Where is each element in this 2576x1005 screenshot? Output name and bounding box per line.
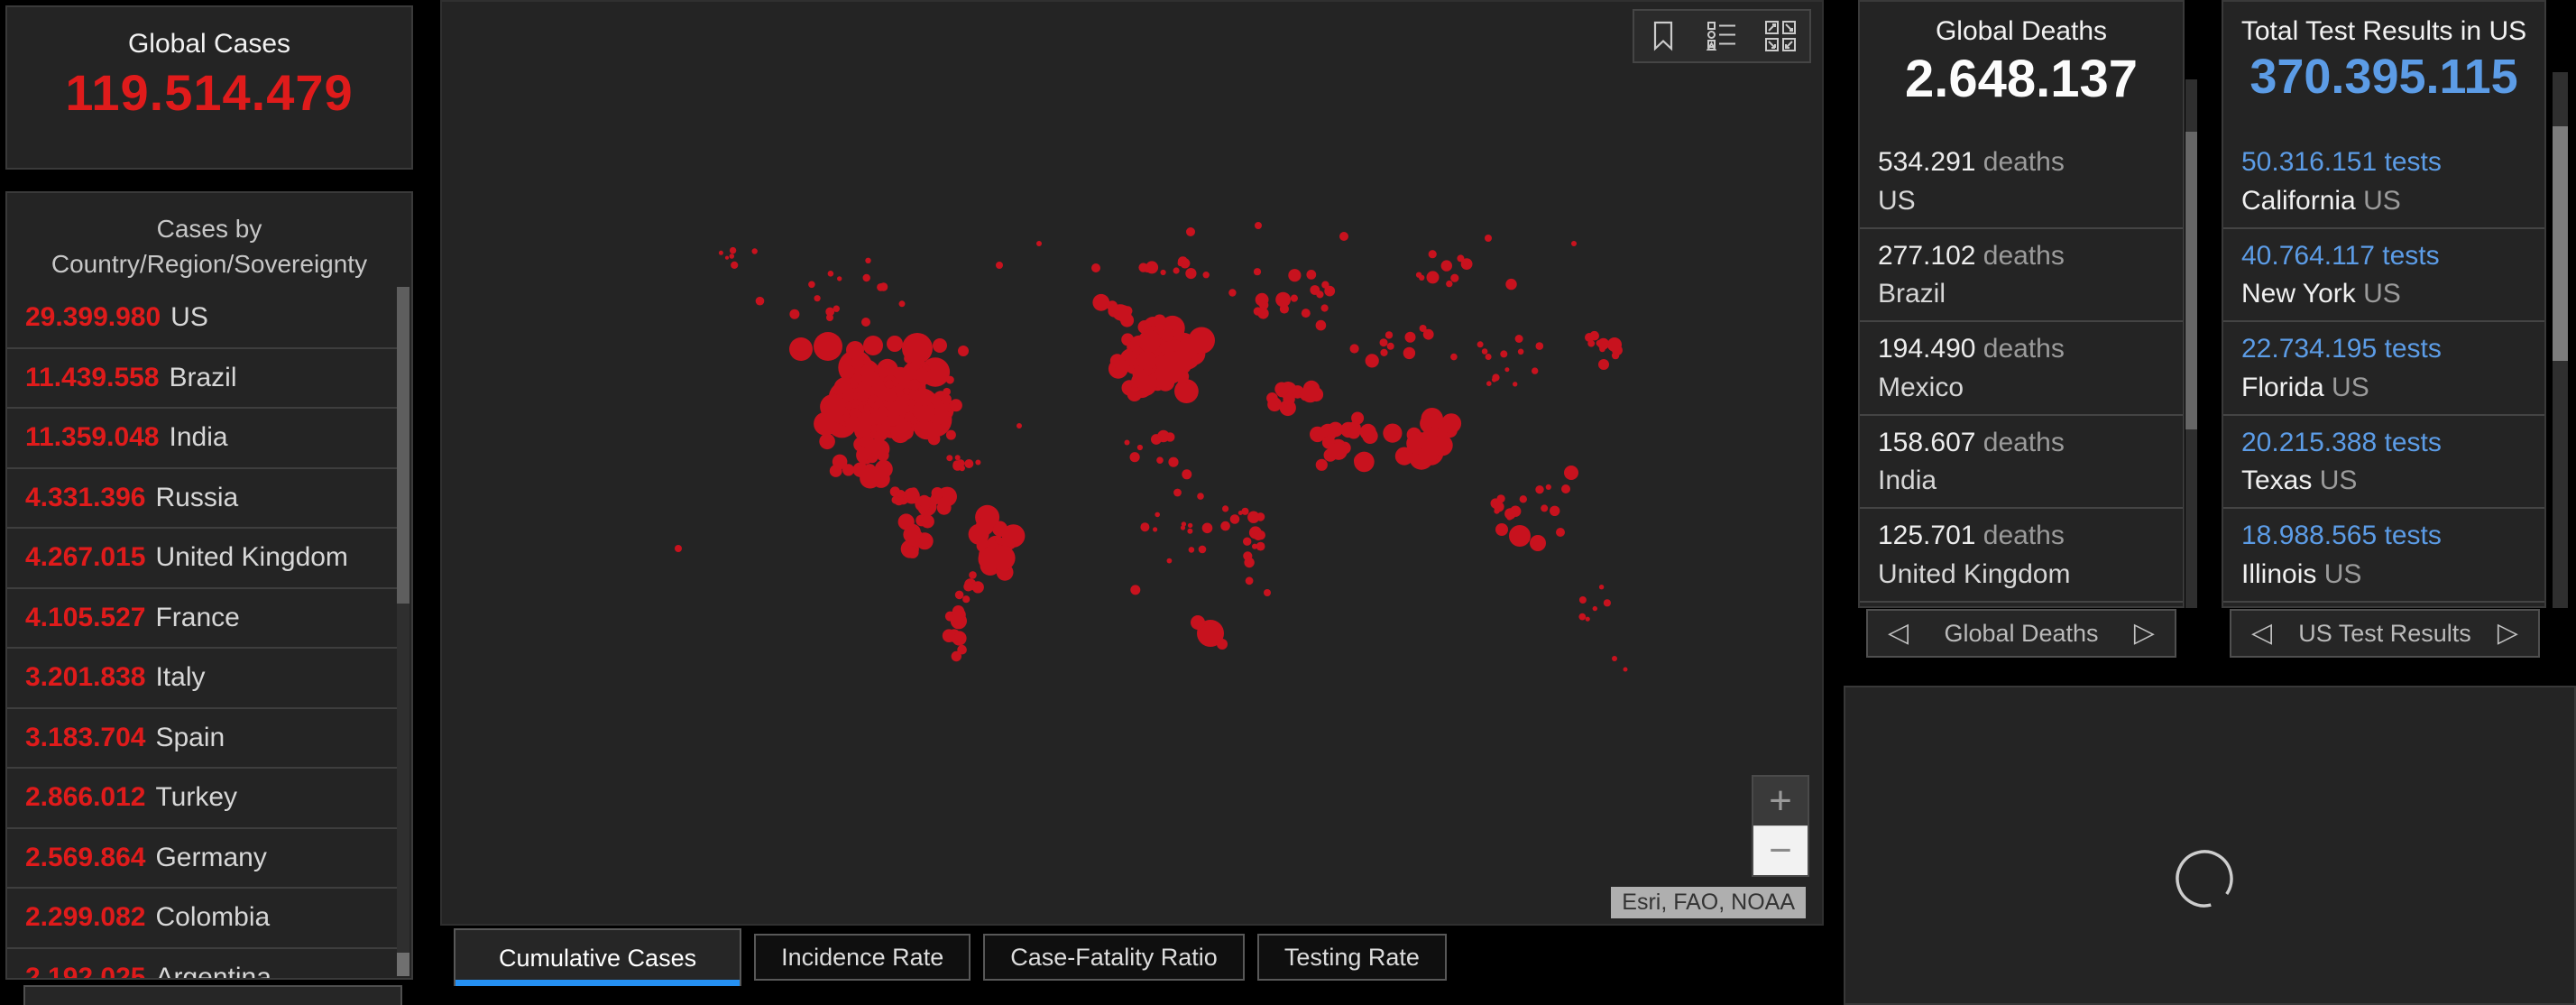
deaths-list: 534.291 deaths US 277.102 deaths Brazil 194.… (1860, 135, 2183, 606)
cases-row[interactable]: 2.192.025 Argentina (7, 946, 397, 978)
cases-row[interactable]: 4.331.396 Russia (7, 466, 397, 528)
global-deaths-value: 2.648.137 (1904, 50, 2139, 108)
extent-icon[interactable] (1757, 14, 1804, 58)
zoom-out-button[interactable]: − (1753, 825, 1808, 875)
deaths-row[interactable]: 277.102 deaths Brazil (1860, 226, 2183, 321)
deaths-footer-nav: ◁ Global Deaths ▷ (1866, 609, 2176, 658)
tests-row[interactable]: 40.764.117 tests New York US (2223, 226, 2544, 321)
tests-row[interactable]: 20.215.388 tests Texas US (2223, 413, 2544, 508)
cases-row[interactable]: 29.399.980 US (7, 289, 397, 347)
us-tests-title: Total Test Results in US (2240, 16, 2527, 46)
global-cases-value: 119.514.479 (65, 64, 354, 121)
deaths-row[interactable]: 125.701 deaths United Kingdom (1860, 507, 2183, 601)
cases-row[interactable]: 2.299.082 Colombia (7, 887, 397, 947)
cases-row[interactable]: 2.569.864 Germany (7, 826, 397, 888)
next-arrow-icon[interactable]: ▷ (2134, 620, 2155, 647)
tests-list: 50.316.151 tests California US 40.764.117 … (2223, 135, 2544, 606)
loading-panel (1844, 686, 2576, 1005)
tests-footer-nav: ◁ US Test Results ▷ (2230, 609, 2540, 658)
deaths-row[interactable]: 158.607 deaths India (1860, 413, 2183, 508)
tab-cumulative-cases[interactable]: Cumulative Cases (454, 928, 742, 986)
tab-incidence-rate[interactable]: Incidence Rate (754, 934, 971, 981)
covid-dot-map (675, 222, 1628, 672)
active-tab-underline (455, 980, 741, 986)
cases-list: 29.399.980 US 11.439.558 Brazil 11.359.048 In… (7, 289, 397, 978)
prev-arrow-icon[interactable]: ◁ (1888, 620, 1909, 647)
deaths-row[interactable]: 194.490 deaths Mexico (1860, 320, 2183, 414)
tests-row[interactable]: 50.316.151 tests California US (2223, 135, 2544, 227)
covid-dashboard: Global Cases 119.514.479 Cases by Countr… (0, 0, 2576, 1005)
cases-row[interactable]: 4.267.015 United Kingdom (7, 527, 397, 587)
us-tests-panel: Total Test Results in US 370.395.115 50.… (2222, 0, 2546, 608)
tests-scrollbar-thumb[interactable] (2553, 126, 2568, 361)
tests-footer-label: US Test Results (2298, 619, 2471, 647)
cases-row[interactable]: 3.183.704 Spain (7, 706, 397, 768)
next-arrow-icon[interactable]: ▷ (2498, 620, 2518, 647)
global-deaths-panel: Global Deaths 2.648.137 534.291 deaths US… (1858, 0, 2185, 608)
map-attribution: Esri, FAO, NOAA (1611, 887, 1806, 918)
tests-row[interactable]: 18.988.565 tests Illinois US (2223, 507, 2544, 601)
cases-list-title: Cases by Country/Region/Sovereignty (51, 215, 368, 279)
cases-row[interactable]: 2.866.012 Turkey (7, 767, 397, 827)
cases-list-scrollbar-endcap[interactable] (397, 953, 409, 976)
tab-case-fatality-ratio[interactable]: Case-Fatality Ratio (983, 934, 1245, 981)
cases-row[interactable]: 4.105.527 France (7, 586, 397, 648)
bookmark-icon[interactable] (1640, 14, 1687, 58)
cases-list-scrollbar-thumb[interactable] (397, 287, 409, 604)
loading-spinner-icon (2176, 850, 2233, 908)
zoom-in-button[interactable]: + (1753, 777, 1808, 825)
map-toolbar (1633, 9, 1811, 63)
deaths-row[interactable]: 101.881 deathsItaly (1860, 600, 2183, 607)
deaths-scrollbar-thumb[interactable] (2185, 132, 2197, 429)
map-zoom-controls: + − (1752, 775, 1809, 877)
tab-testing-rate[interactable]: Testing Rate (1256, 934, 1447, 981)
cases-list-scrollbar[interactable] (397, 287, 409, 976)
global-deaths-title: Global Deaths (1935, 16, 2108, 46)
tests-scrollbar[interactable] (2553, 72, 2568, 608)
global-cases-panel: Global Cases 119.514.479 (5, 5, 413, 170)
cases-by-country-panel: Cases by Country/Region/Sovereignty 29.3… (5, 191, 413, 980)
cases-row[interactable]: 11.359.048 India (7, 407, 397, 467)
deaths-scrollbar[interactable] (2185, 79, 2197, 608)
cases-row[interactable]: 3.201.838 Italy (7, 647, 397, 707)
deaths-row[interactable]: 534.291 deaths US (1860, 135, 2183, 227)
cases-row[interactable]: 11.439.558 Brazil (7, 346, 397, 408)
world-map-panel[interactable]: + − Esri, FAO, NOAA (440, 0, 1824, 926)
tests-row[interactable]: 17.229.788 testsMassachusetts US (2223, 600, 2544, 607)
us-tests-value: 370.395.115 (2249, 50, 2518, 104)
prev-arrow-icon[interactable]: ◁ (2251, 620, 2272, 647)
tests-row[interactable]: 22.734.195 tests Florida US (2223, 320, 2544, 414)
map-tabs: Cumulative Cases Incidence Rate Case-Fatal… (454, 928, 1447, 986)
deaths-footer-label: Global Deaths (1944, 619, 2099, 647)
cases-footer-nav: ◁ Admin0 ▷ (23, 985, 402, 1005)
global-cases-title: Global Cases (127, 29, 291, 59)
legend-icon[interactable] (1698, 14, 1745, 58)
